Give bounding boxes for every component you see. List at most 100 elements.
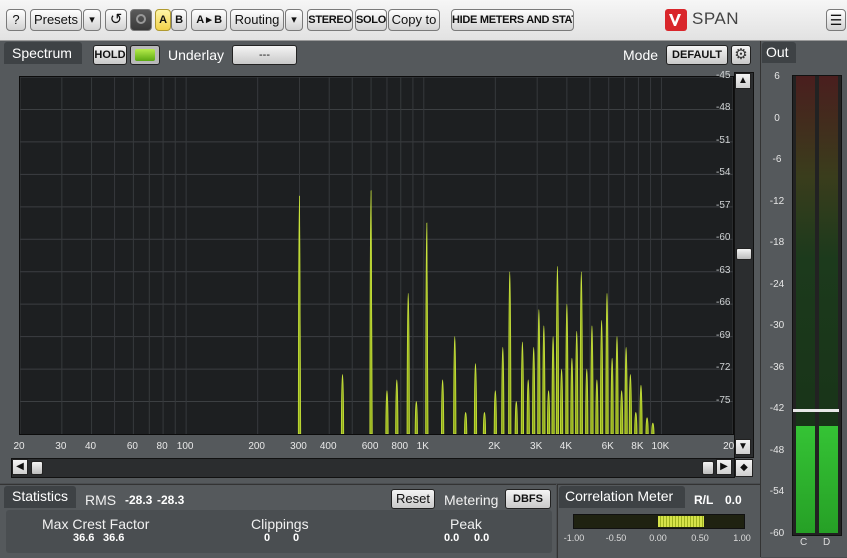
- undo-button[interactable]: ↺: [105, 9, 127, 31]
- spectrum-peak: [514, 401, 518, 435]
- rms-left-value: -28.3: [125, 493, 153, 507]
- spectrum-peak: [651, 422, 655, 435]
- menu-button[interactable]: ☰: [826, 9, 846, 31]
- underlay-label: Underlay: [168, 47, 225, 63]
- spectrum-peak: [600, 320, 604, 435]
- peak-left-value: 0.0: [444, 532, 460, 544]
- spectrum-peak: [639, 384, 643, 435]
- y-tick-label: -63: [716, 264, 731, 276]
- spectrum-peak: [493, 390, 497, 435]
- y-tick-label: -69: [716, 329, 731, 341]
- spectrum-plot: [19, 76, 734, 435]
- ab-b-button[interactable]: B: [171, 9, 187, 31]
- spectrum-peak: [501, 347, 505, 435]
- zoom-reset-icon[interactable]: ◆: [735, 459, 753, 477]
- spectrum-peak: [610, 357, 614, 435]
- routing-dropdown-icon[interactable]: ▾: [285, 9, 303, 31]
- out-scale-label: -54: [769, 486, 785, 498]
- clippings-right-value: 0: [293, 532, 300, 544]
- spectrum-title: Spectrum: [12, 45, 72, 61]
- spectrum-peak: [620, 390, 624, 435]
- hide-meters-button[interactable]: HIDE METERS AND STATS: [451, 9, 574, 31]
- spectrum-horizontal-scrollbar[interactable]: ◀ ▶: [11, 458, 735, 478]
- spectrum-peak: [453, 336, 457, 435]
- copy-to-button[interactable]: Copy to: [388, 9, 440, 31]
- spectrum-peak: [546, 390, 551, 435]
- out-scale-label: -48: [769, 444, 785, 456]
- horizontal-scroll-thumb-left[interactable]: [31, 461, 43, 475]
- scroll-up-icon[interactable]: ▲: [735, 73, 751, 89]
- scroll-left-icon[interactable]: ◀: [12, 459, 28, 475]
- peak-right-value: 0.0: [474, 532, 490, 544]
- x-tick-label: 400: [319, 441, 337, 452]
- underlay-select[interactable]: ---: [232, 45, 297, 65]
- correlation-scale-label: 0.50: [691, 533, 709, 543]
- out-scale-label: 6: [774, 71, 780, 82]
- spectrum-peak: [595, 379, 599, 435]
- rms-right-value: -28.3: [157, 493, 185, 507]
- statistics-title: Statistics: [12, 488, 69, 504]
- hold-toggle[interactable]: [130, 45, 160, 65]
- correlation-scale-label: 1.00: [733, 533, 751, 543]
- crest-left-value: 36.6: [73, 532, 95, 544]
- spectrum-peak: [406, 292, 410, 435]
- spectrum-peak: [532, 347, 536, 435]
- y-tick-label: -66: [716, 297, 731, 309]
- out-right-channel-label: D: [823, 537, 831, 548]
- spectrum-peak: [297, 195, 302, 435]
- spectrum-vertical-scrollbar[interactable]: ▲ ▼: [734, 72, 754, 458]
- routing-button[interactable]: Routing: [230, 9, 284, 31]
- out-scale-label: -36: [769, 361, 785, 373]
- reset-button[interactable]: Reset: [391, 489, 435, 509]
- rl-value: 0.0: [725, 493, 742, 507]
- spectrum-peak: [395, 379, 399, 435]
- x-tick-label: 1K: [416, 441, 429, 452]
- spectrum-peak: [537, 309, 541, 435]
- spectrum-peak: [473, 363, 478, 435]
- app-name: SPAN: [692, 9, 740, 28]
- power-button[interactable]: [130, 9, 152, 31]
- help-button[interactable]: ?: [6, 9, 26, 31]
- metering-select[interactable]: DBFS: [505, 489, 551, 509]
- presets-button[interactable]: Presets: [30, 9, 82, 31]
- spectrum-peak: [605, 292, 609, 435]
- hold-button[interactable]: HOLD: [93, 45, 127, 65]
- out-left-channel-label: C: [800, 537, 808, 548]
- ab-copy-button[interactable]: A ▸ B: [191, 9, 227, 31]
- x-tick-label: 6K: [601, 441, 614, 452]
- spectrum-peak: [520, 341, 525, 435]
- spectrum-peak: [590, 325, 594, 435]
- out-scale-label: -42: [769, 403, 785, 415]
- vertical-scroll-thumb[interactable]: [736, 248, 752, 260]
- x-tick-label: 100: [176, 441, 194, 452]
- spectrum-peak: [555, 265, 560, 435]
- ab-a-button[interactable]: A: [155, 9, 171, 31]
- x-tick-label: 4K: [559, 441, 572, 452]
- x-tick-label: 200: [248, 441, 265, 452]
- spectrum-peak: [628, 374, 632, 435]
- horizontal-scroll-thumb-right[interactable]: [702, 461, 714, 475]
- out-scale-label: -30: [769, 320, 785, 332]
- settings-gear-icon[interactable]: ⚙: [731, 45, 751, 65]
- spectrum-peak: [645, 417, 649, 435]
- spectrum-peak: [565, 303, 569, 435]
- rms-label: RMS: [85, 492, 117, 508]
- spectrum-peak: [542, 325, 546, 435]
- mode-label: Mode: [623, 47, 659, 63]
- stereo-button[interactable]: STEREO: [307, 9, 353, 31]
- clippings-label: Clippings: [251, 516, 309, 532]
- scroll-down-icon[interactable]: ▼: [735, 439, 751, 455]
- presets-dropdown-icon[interactable]: ▾: [83, 9, 101, 31]
- out-scale-label: -24: [769, 278, 785, 290]
- spectrum-peak: [634, 411, 638, 435]
- spectrum-peak: [464, 411, 468, 435]
- correlation-scale-label: -0.50: [605, 533, 627, 543]
- scroll-right-icon[interactable]: ▶: [716, 459, 732, 475]
- spectrum-graph: [19, 76, 734, 435]
- mode-select[interactable]: DEFAULT: [666, 45, 728, 65]
- y-tick-label: -72: [716, 362, 731, 374]
- power-icon: [136, 14, 146, 24]
- spectrum-peak: [441, 379, 445, 435]
- correlation-bar: [573, 514, 745, 529]
- solo-button[interactable]: SOLO: [355, 9, 387, 31]
